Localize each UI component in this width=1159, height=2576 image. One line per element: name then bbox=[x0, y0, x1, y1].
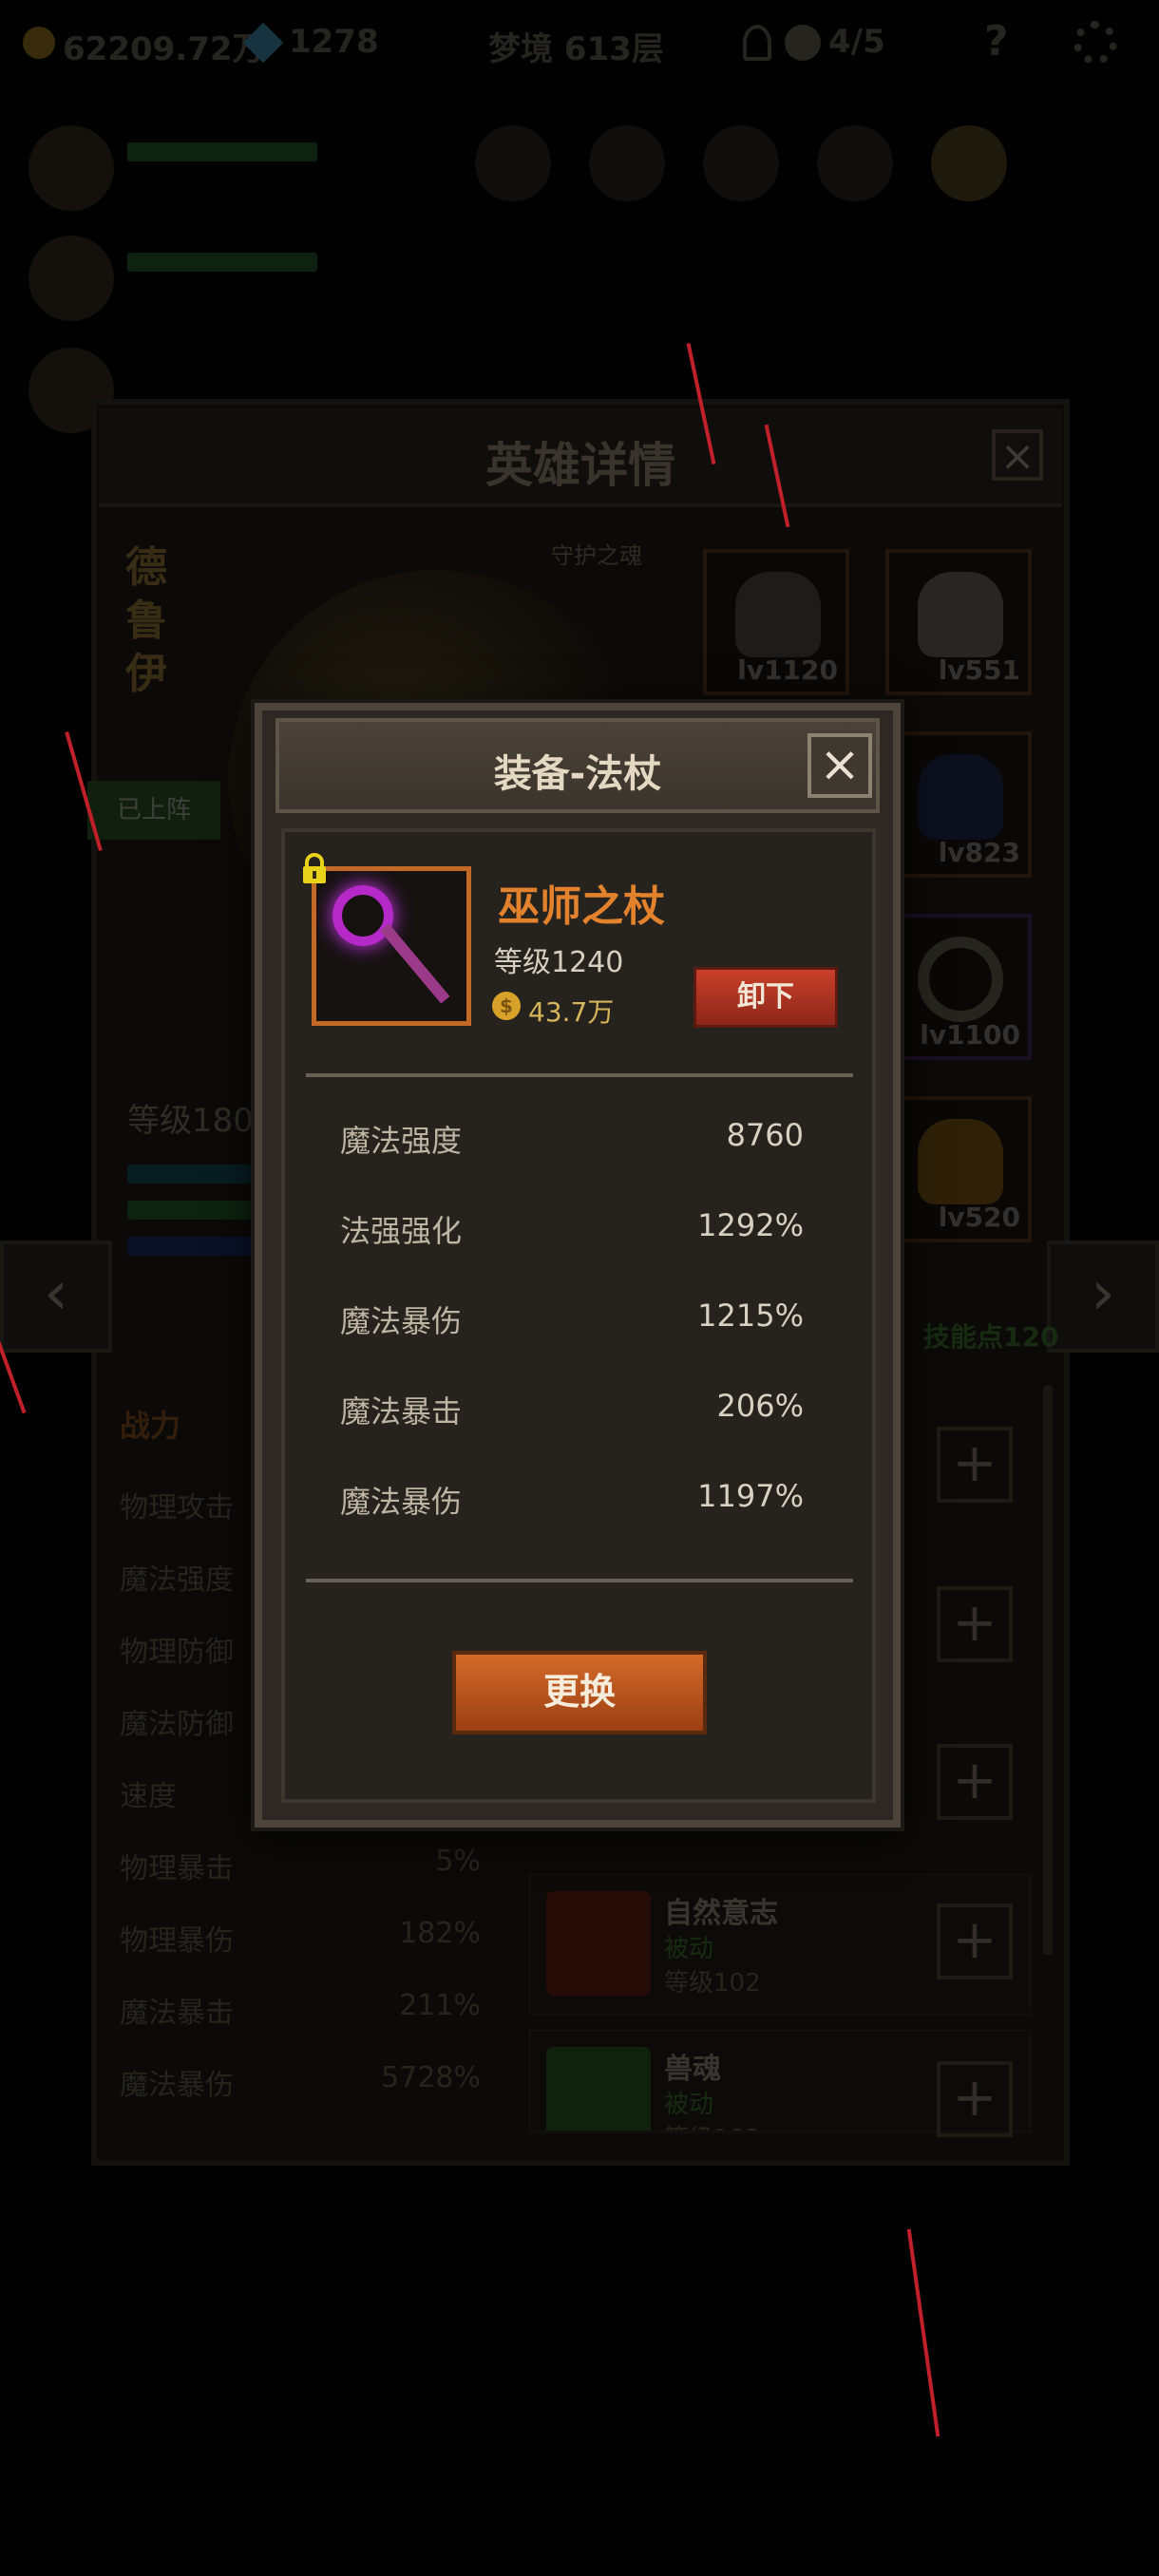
attribute-row: 法强强化 1292% bbox=[340, 1207, 804, 1249]
help-button[interactable]: ? bbox=[984, 17, 1009, 66]
hp-bar bbox=[127, 1201, 270, 1220]
skill-slot-icon[interactable] bbox=[817, 125, 893, 201]
skill-upgrade-button[interactable]: + bbox=[937, 1904, 1013, 1979]
gold-coin-icon bbox=[23, 27, 55, 59]
skill-upgrade-button[interactable]: + bbox=[937, 2061, 1013, 2137]
spiral-icon bbox=[546, 2047, 651, 2131]
exp-bar bbox=[127, 1165, 251, 1184]
armor-icon bbox=[918, 572, 1003, 657]
hero-close-button[interactable]: × bbox=[992, 429, 1043, 481]
ring-icon bbox=[918, 937, 1003, 1022]
unequip-button[interactable]: 卸下 bbox=[694, 967, 838, 1028]
equipment-slot-boots[interactable]: lv823 bbox=[885, 731, 1032, 878]
on-team-badge: 已上阵 bbox=[87, 781, 220, 840]
skull-icon bbox=[785, 25, 821, 61]
equipment-slot-ring[interactable]: lv1100 bbox=[885, 914, 1032, 1060]
divider bbox=[306, 1579, 853, 1582]
hero-portrait[interactable] bbox=[28, 236, 114, 321]
top-bar: 62209.72万 1278 梦境 613层 4/5 ? bbox=[0, 0, 1159, 85]
skills-scrollbar[interactable] bbox=[1043, 1385, 1053, 1955]
skill-upgrade-button[interactable]: + bbox=[937, 1586, 1013, 1662]
amulet-icon bbox=[918, 1119, 1003, 1204]
hero-hp-bar bbox=[127, 142, 317, 161]
item-icon-frame[interactable] bbox=[312, 866, 471, 1026]
boots-icon bbox=[918, 754, 1003, 840]
hero-hp-bar bbox=[127, 253, 317, 272]
skill-slot-icon[interactable] bbox=[703, 125, 779, 201]
divider bbox=[306, 1073, 853, 1077]
prev-hero-button[interactable]: ‹ bbox=[0, 1241, 112, 1353]
equipment-slot-amulet[interactable]: lv520 bbox=[885, 1096, 1032, 1242]
item-price: 43.7万 bbox=[528, 996, 615, 1028]
item-level: 等级1240 bbox=[494, 946, 624, 979]
skill-points: 技能点120 bbox=[923, 1321, 1059, 1353]
gear-icon[interactable] bbox=[1074, 21, 1117, 65]
helmet-icon bbox=[735, 572, 821, 657]
key-icon bbox=[743, 25, 771, 61]
attribute-row: 魔法暴伤 1215% bbox=[340, 1297, 804, 1339]
hero-detail-title-bar: 英雄详情 × bbox=[99, 408, 1062, 507]
item-name: 巫师之杖 bbox=[498, 882, 665, 931]
top-skill-row bbox=[475, 125, 1083, 211]
lock-icon[interactable] bbox=[298, 853, 331, 885]
equipment-slot-helmet[interactable]: lv1120 bbox=[703, 549, 849, 695]
attribute-row: 魔法强度 8760 bbox=[340, 1117, 804, 1159]
modal-close-button[interactable]: × bbox=[808, 733, 872, 798]
next-hero-button[interactable]: › bbox=[1047, 1241, 1159, 1353]
skill-slot-icon[interactable] bbox=[931, 125, 1007, 201]
gold-amount: 62209.72万 bbox=[63, 30, 265, 68]
equipment-slot-armor[interactable]: lv551 bbox=[885, 549, 1032, 695]
skill-upgrade-button[interactable]: + bbox=[937, 1744, 1013, 1820]
paw-icon bbox=[546, 1891, 651, 1996]
modal-title: 装备-法杖 bbox=[493, 752, 662, 796]
dream-floor: 梦境 613层 bbox=[488, 30, 664, 68]
mp-bar bbox=[127, 1237, 270, 1256]
modal-title-bar: 装备-法杖 bbox=[276, 718, 880, 813]
gold-coin-icon: $ bbox=[492, 992, 521, 1020]
gem-amount: 1278 bbox=[289, 23, 379, 61]
stat-row: 物理暴伤 182% bbox=[120, 1917, 481, 1958]
hero-portrait[interactable] bbox=[28, 125, 114, 211]
stat-row: 魔法暴伤 5728% bbox=[120, 2061, 481, 2102]
replace-button[interactable]: 更换 bbox=[452, 1651, 707, 1734]
stat-row: 物理暴击 5% bbox=[120, 1845, 481, 1885]
stat-row: 魔法暴击 211% bbox=[120, 1989, 481, 2030]
skill-slot-icon[interactable] bbox=[475, 125, 551, 201]
hero-level: 等级180 bbox=[127, 1102, 254, 1140]
attribute-row: 魔法暴击 206% bbox=[340, 1388, 804, 1430]
attribute-row: 魔法暴伤 1197% bbox=[340, 1478, 804, 1520]
hero-detail-title: 英雄详情 bbox=[485, 438, 675, 493]
skill-upgrade-button[interactable]: + bbox=[937, 1427, 1013, 1503]
hero-name: 德鲁伊 bbox=[125, 543, 167, 698]
soul-label: 守护之魂 bbox=[551, 542, 642, 569]
skull-count: 4/5 bbox=[828, 23, 885, 61]
skill-slot-icon[interactable] bbox=[589, 125, 665, 201]
